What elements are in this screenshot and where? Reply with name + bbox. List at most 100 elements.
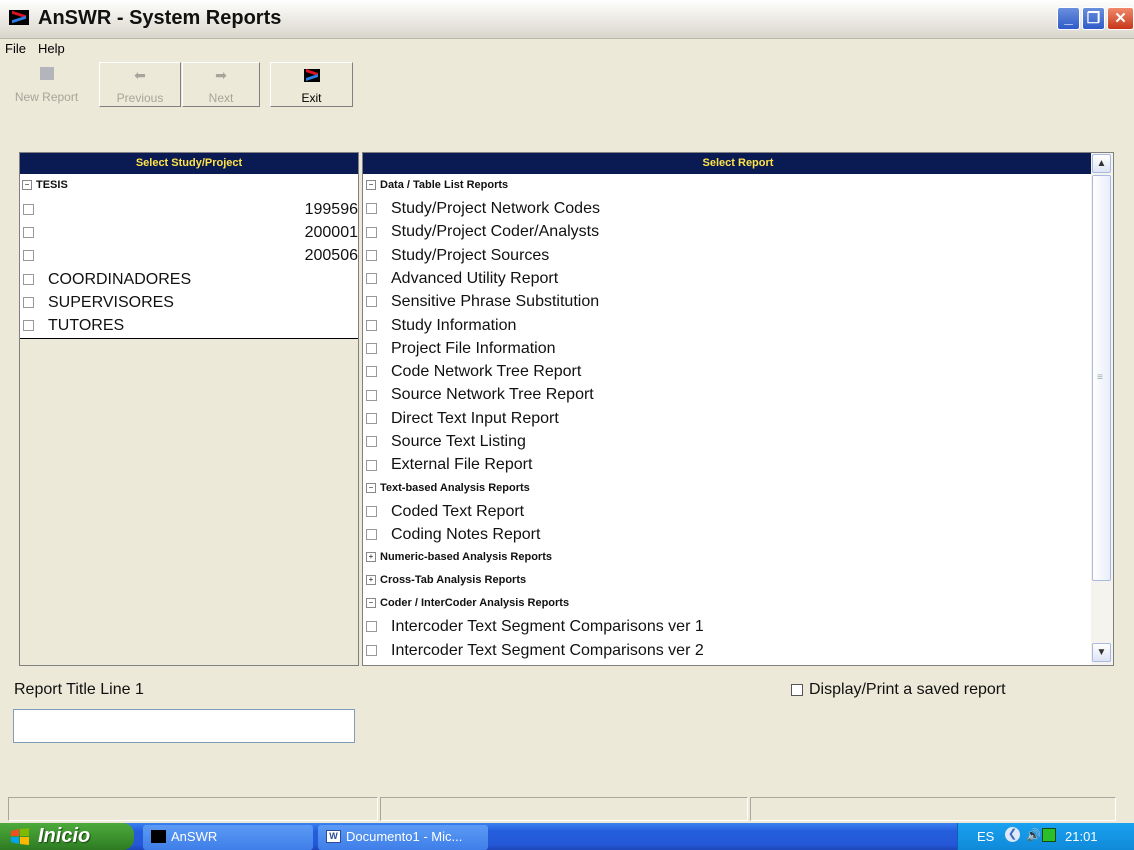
checkbox[interactable]: [366, 529, 377, 541]
new-report-icon: [39, 67, 54, 80]
checkbox[interactable]: [366, 203, 377, 215]
checkbox[interactable]: [366, 343, 377, 355]
collapse-icon[interactable]: −: [366, 180, 376, 191]
checkbox[interactable]: [366, 249, 377, 261]
checkbox[interactable]: [366, 436, 377, 448]
report-item-label: Advanced Utility Report: [391, 269, 559, 287]
report-group[interactable]: − Text-based Analysis Reports: [366, 477, 530, 500]
expand-icon[interactable]: +: [366, 552, 376, 563]
report-item[interactable]: Coding Notes Report: [366, 523, 540, 546]
checkbox[interactable]: [366, 389, 377, 401]
collapse-icon[interactable]: −: [366, 482, 376, 493]
report-item[interactable]: Source Text Listing: [366, 430, 526, 453]
report-item-label: Coding Notes Report: [391, 525, 541, 543]
app-logo-icon: [9, 10, 29, 25]
checkbox[interactable]: [366, 644, 377, 656]
report-title-label: Report Title Line 1: [14, 681, 144, 698]
menu-help[interactable]: Help: [38, 41, 65, 56]
taskbar-item-answr[interactable]: AnSWR: [143, 825, 313, 850]
checkbox[interactable]: [23, 227, 34, 239]
report-group[interactable]: − Coder / InterCoder Analysis Reports: [366, 592, 569, 615]
scroll-up-icon[interactable]: ▲: [1092, 154, 1111, 173]
checkbox[interactable]: [366, 459, 377, 471]
saved-report-checkbox[interactable]: [791, 683, 803, 696]
checkbox[interactable]: [23, 320, 34, 332]
report-title-input[interactable]: [13, 709, 355, 743]
tree-root-tesis[interactable]: − TESIS: [22, 174, 68, 197]
close-button[interactable]: ✕: [1107, 7, 1134, 30]
language-indicator[interactable]: ES: [977, 829, 994, 844]
taskbar-item-document[interactable]: W Documento1 - Mic...: [318, 825, 488, 850]
clock[interactable]: 21:01: [1065, 829, 1098, 844]
report-item[interactable]: Code Network Tree Report: [366, 360, 581, 383]
minimize-button[interactable]: _: [1057, 7, 1080, 30]
start-label: Inicio: [38, 825, 91, 847]
report-item[interactable]: Study/Project Sources: [366, 244, 549, 267]
checkbox[interactable]: [366, 505, 377, 517]
report-item[interactable]: Direct Text Input Report: [366, 407, 559, 430]
report-item-label: Source Network Tree Report: [391, 386, 594, 404]
scroll-thumb[interactable]: [1092, 175, 1111, 581]
taskbar-item-label: AnSWR: [171, 829, 218, 844]
report-group[interactable]: + Numeric-based Analysis Reports: [366, 546, 552, 569]
saved-report-option[interactable]: Display/Print a saved report: [791, 681, 1006, 699]
checkbox[interactable]: [366, 412, 377, 424]
report-item-label: Study/Project Sources: [391, 246, 550, 264]
collapse-icon[interactable]: −: [366, 598, 376, 609]
list-item[interactable]: 199596: [20, 198, 358, 221]
list-item[interactable]: COORDINADORES: [20, 268, 191, 291]
new-report-label: New Report: [14, 90, 79, 104]
list-item[interactable]: SUPERVISORES: [20, 291, 174, 314]
report-item[interactable]: Source Network Tree Report: [366, 383, 594, 406]
report-panel: Select Report − Data / Table List Reports…: [362, 152, 1114, 666]
report-item[interactable]: Study/Project Network Codes: [366, 197, 600, 220]
report-group[interactable]: − Data / Table List Reports: [366, 174, 508, 197]
list-item-label: 199596: [304, 201, 358, 218]
exit-button[interactable]: Exit: [270, 62, 353, 107]
collapse-icon[interactable]: −: [22, 180, 32, 191]
report-item[interactable]: Sensitive Phrase Substitution: [366, 290, 599, 313]
new-report-button[interactable]: New Report: [4, 62, 89, 107]
report-scrollbar[interactable]: ▲ ▼: [1091, 153, 1113, 665]
checkbox[interactable]: [23, 297, 34, 309]
report-item-label: Direct Text Input Report: [391, 409, 559, 427]
menu-bar: File Help: [0, 38, 1134, 60]
speaker-icon[interactable]: 🔊: [1026, 828, 1041, 842]
report-group[interactable]: + Cross-Tab Analysis Reports: [366, 569, 526, 592]
report-item[interactable]: Study Information: [366, 314, 516, 337]
report-item[interactable]: Study/Project Coder/Analysts: [366, 220, 599, 243]
expand-icon[interactable]: +: [366, 575, 376, 586]
report-item[interactable]: Intercoder Text Segment Comparisons ver …: [366, 615, 704, 638]
checkbox[interactable]: [366, 273, 377, 285]
previous-label: Previous: [116, 91, 164, 105]
checkbox[interactable]: [366, 226, 377, 238]
maximize-button[interactable]: ❐: [1082, 7, 1105, 30]
checkbox[interactable]: [23, 274, 34, 286]
start-button[interactable]: Inicio: [0, 823, 134, 850]
status-pane-3: [750, 797, 1116, 821]
report-item[interactable]: Project File Information: [366, 337, 556, 360]
report-item-label: Study Information: [391, 316, 517, 334]
checkbox[interactable]: [366, 319, 377, 331]
menu-file[interactable]: File: [5, 41, 26, 56]
list-item[interactable]: TUTORES: [20, 314, 124, 337]
list-item[interactable]: 200506: [20, 244, 358, 267]
report-item[interactable]: Advanced Utility Report: [366, 267, 558, 290]
report-item[interactable]: External File Report: [366, 453, 532, 476]
next-button[interactable]: ➡ Next: [182, 62, 260, 107]
report-item[interactable]: Coded Text Report: [366, 500, 524, 523]
report-item-label: External File Report: [391, 456, 533, 474]
checkbox[interactable]: [23, 204, 34, 216]
checkbox[interactable]: [366, 621, 377, 633]
checkbox[interactable]: [23, 250, 34, 262]
network-icon[interactable]: [1042, 828, 1056, 842]
exit-label: Exit: [301, 91, 322, 105]
previous-button[interactable]: ⬅ Previous: [99, 62, 181, 107]
report-item[interactable]: Intercoder Text Segment Comparisons ver …: [366, 639, 704, 662]
checkbox[interactable]: [366, 366, 377, 378]
checkbox[interactable]: [366, 296, 377, 308]
tray-expand-icon[interactable]: ❮: [1005, 827, 1020, 842]
list-item[interactable]: 200001: [20, 221, 358, 244]
scroll-down-icon[interactable]: ▼: [1092, 643, 1111, 662]
report-item-label: Source Text Listing: [391, 433, 526, 450]
